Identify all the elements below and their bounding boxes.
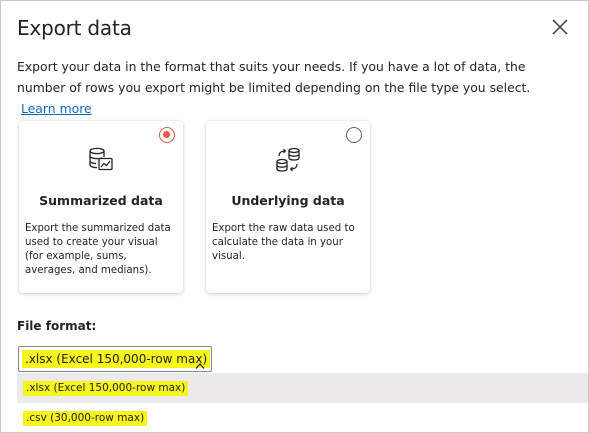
file-format-label: File format:: [17, 319, 97, 333]
dialog-description: Export your data in the format that suit…: [17, 56, 557, 119]
learn-more-link[interactable]: Learn more: [21, 101, 92, 116]
close-icon[interactable]: [549, 16, 571, 38]
dialog-title: Export data: [17, 16, 132, 40]
option-label: .csv (30,000-row max): [23, 411, 148, 426]
file-format-dropdown: .xlsx (Excel 150,000-row max) .csv (30,0…: [17, 373, 588, 432]
summarized-data-description: Export the summarized data used to creat…: [25, 223, 171, 276]
dropdown-option-xlsx[interactable]: .xlsx (Excel 150,000-row max): [17, 373, 588, 403]
summarized-data-option[interactable]: Summarized data Export the summarized da…: [19, 121, 183, 293]
description-text: Export your data in the format that suit…: [17, 59, 531, 95]
file-format-select[interactable]: .xlsx (Excel 150,000-row max): [18, 346, 212, 372]
database-chart-icon: [86, 145, 116, 175]
database-sync-icon: [273, 145, 303, 175]
underlying-data-title: Underlying data: [231, 193, 345, 208]
chevron-up-icon: [195, 355, 205, 369]
underlying-data-option[interactable]: Underlying data Export the raw data used…: [206, 121, 370, 293]
summarized-data-title: Summarized data: [39, 193, 163, 208]
underlying-data-radio[interactable]: [346, 127, 362, 143]
file-format-selected-value: .xlsx (Excel 150,000-row max): [22, 350, 211, 368]
dropdown-option-csv[interactable]: .csv (30,000-row max): [17, 403, 588, 432]
underlying-data-description: Export the raw data used to calculate th…: [212, 223, 355, 262]
option-label: .xlsx (Excel 150,000-row max): [23, 381, 189, 396]
summarized-data-radio[interactable]: [159, 127, 175, 143]
export-data-dialog: Export data Export your data in the form…: [0, 0, 589, 433]
